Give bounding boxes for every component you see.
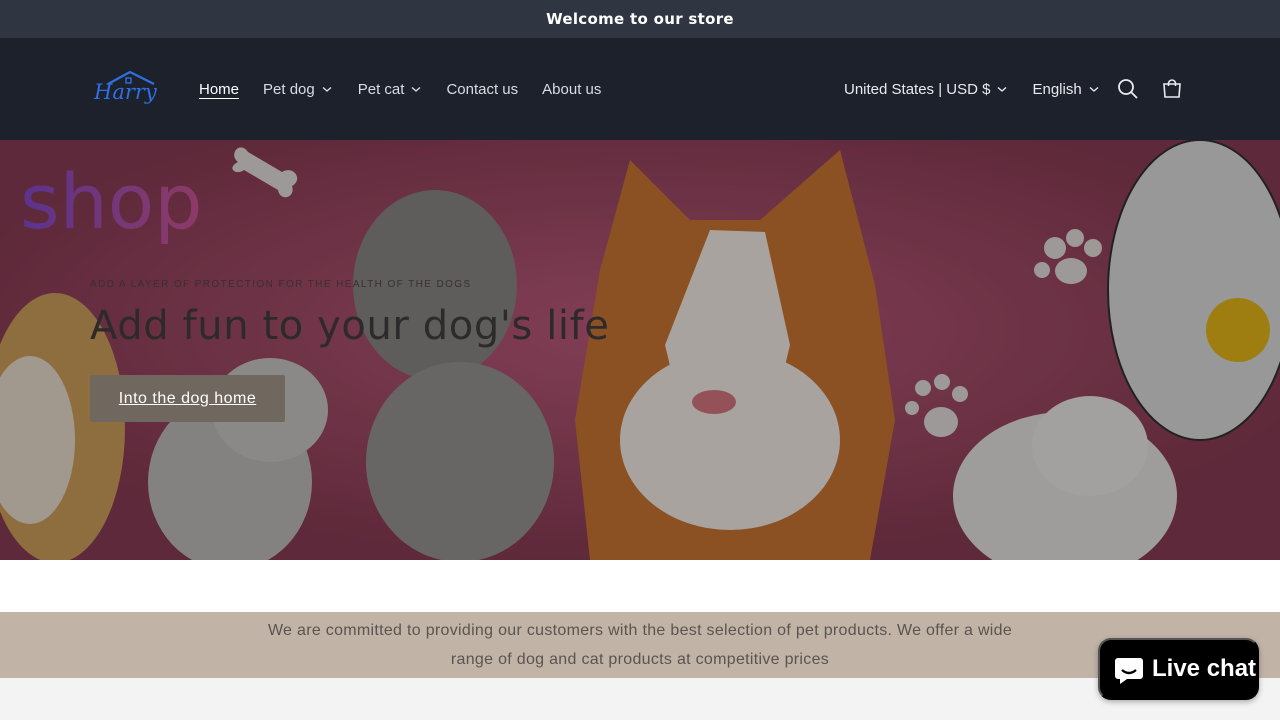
into-dog-home-button[interactable]: Into the dog home — [90, 375, 285, 422]
announcement-text: Welcome to our store — [546, 10, 734, 28]
language-value: English — [1032, 80, 1082, 98]
nav-item-about-us[interactable]: About us — [542, 81, 601, 98]
nav-home-label: Home — [199, 80, 240, 98]
chevron-down-icon — [1088, 83, 1100, 95]
announcement-bar: Welcome to our store — [0, 0, 1280, 38]
hero-dim-overlay — [0, 140, 1280, 560]
live-chat-button[interactable]: Live chat — [1098, 638, 1259, 700]
commitment-line-2: range of dog and cat products at competi… — [450, 651, 830, 668]
store-logo[interactable]: Harry — [90, 70, 160, 110]
chevron-down-icon — [996, 83, 1008, 95]
commitment-line-1: We are committed to providing our custom… — [267, 622, 1013, 639]
country-currency-value: United States | USD $ — [844, 80, 991, 98]
search-icon[interactable] — [1116, 77, 1140, 101]
nav-item-home[interactable]: Home — [199, 81, 239, 98]
nav-pet-cat-label: Pet cat — [357, 80, 405, 98]
hero-title: Add fun to your dog's life — [90, 303, 610, 349]
logo-text: Harry — [94, 80, 157, 104]
cart-icon[interactable] — [1160, 77, 1184, 101]
country-currency-selector[interactable]: United States | USD $ — [844, 81, 1008, 98]
live-chat-label: Live chat — [1152, 655, 1257, 682]
main-navigation: Home Pet dog Pet cat Contact us About us — [199, 38, 601, 140]
localization-controls: United States | USD $ English — [844, 38, 1100, 140]
nav-item-pet-cat[interactable]: Pet cat — [358, 81, 423, 98]
site-header: Harry Home Pet dog Pet cat Contact us Ab… — [0, 38, 1280, 140]
chevron-down-icon — [321, 83, 333, 95]
section-spacer — [0, 560, 1280, 612]
nav-pet-dog-label: Pet dog — [263, 80, 315, 98]
hero-banner: shop ADD A LAYER OF PROTECTION FOR THE H… — [0, 140, 1280, 560]
nav-item-pet-dog[interactable]: Pet dog — [263, 81, 333, 98]
nav-about-label: About us — [542, 80, 602, 98]
chat-bubble-icon — [1113, 654, 1144, 685]
language-selector[interactable]: English — [1032, 81, 1099, 98]
commitment-section: We are committed to providing our custom… — [0, 612, 1280, 678]
nav-contact-label: Contact us — [446, 80, 519, 98]
hero-kicker: ADD A LAYER OF PROTECTION FOR THE HEALTH… — [90, 279, 472, 290]
nav-item-contact-us[interactable]: Contact us — [446, 81, 518, 98]
chevron-down-icon — [410, 83, 422, 95]
